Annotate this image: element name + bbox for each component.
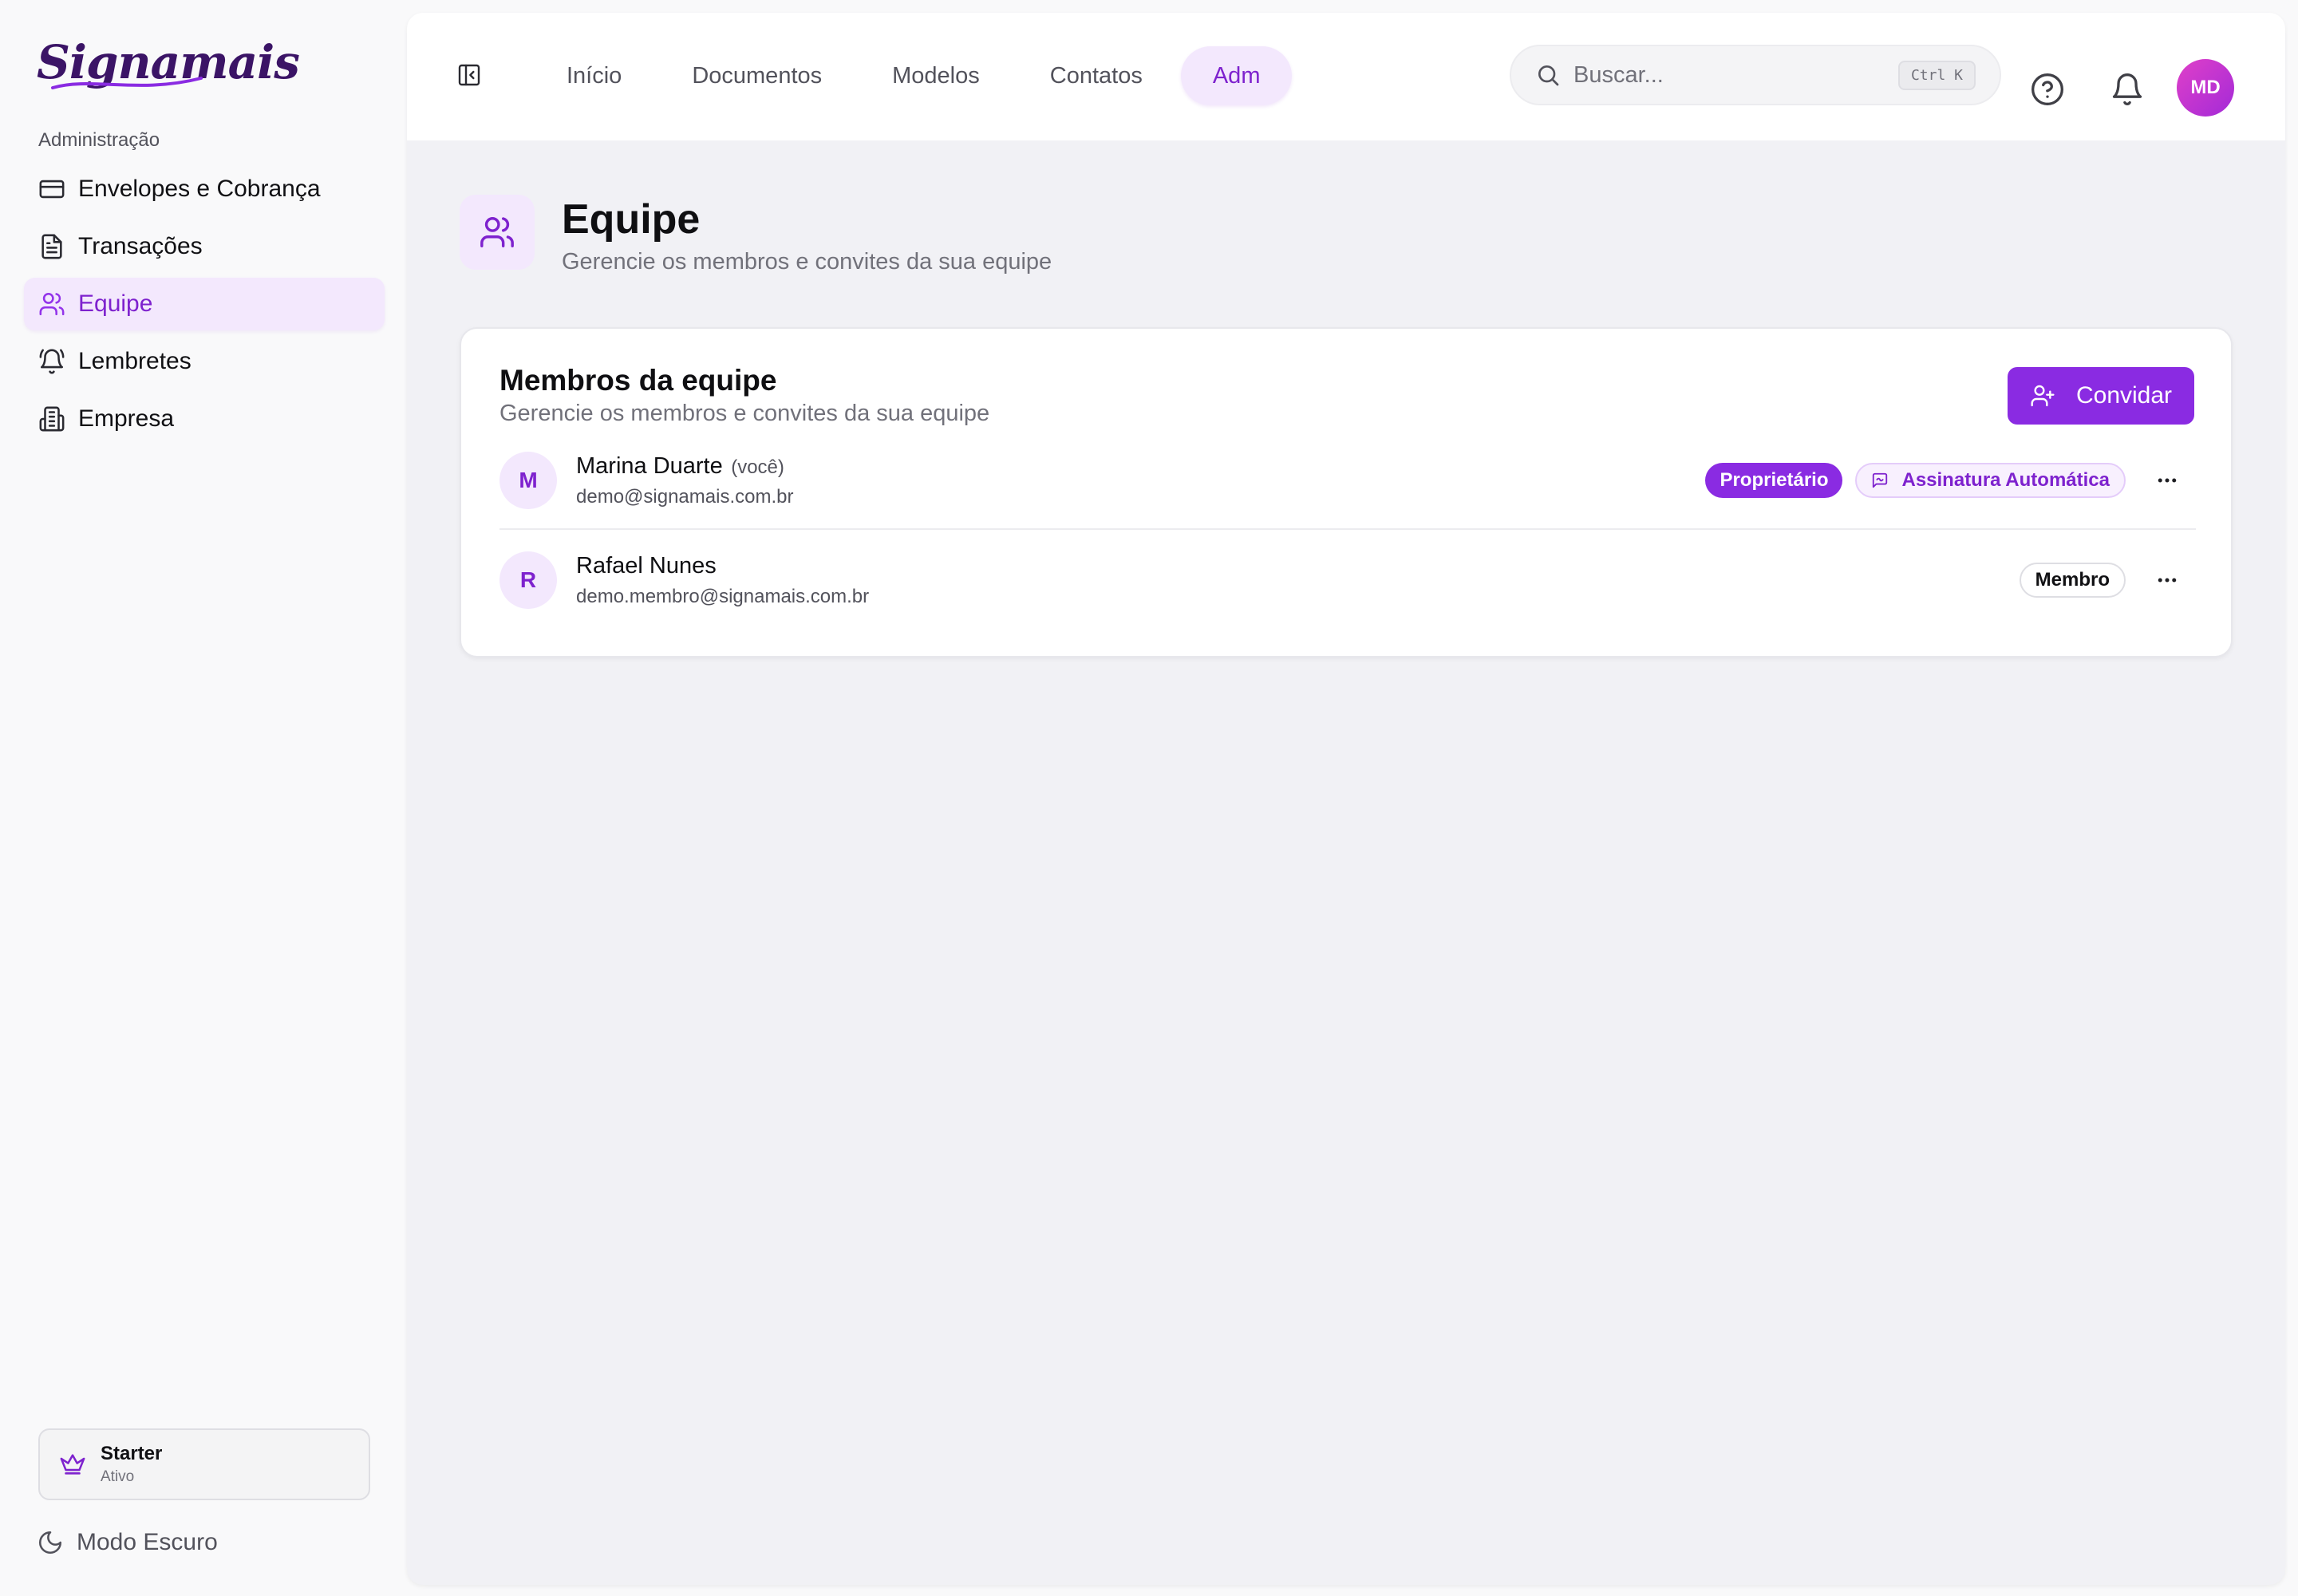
bell-ring-icon (39, 349, 65, 374)
sidebar-item-empresa[interactable]: Empresa (24, 393, 385, 445)
more-horizontal-icon (2158, 578, 2177, 583)
member-row: R Rafael Nunes demo.membro@signamais.com… (499, 531, 2196, 629)
top-bar: Início Documentos Modelos Contatos Adm C… (407, 13, 2285, 140)
member-actions-button[interactable] (2150, 463, 2185, 498)
member-email: demo.membro@signamais.com.br (576, 585, 870, 607)
search-shortcut-hint: Ctrl K (1897, 60, 1976, 90)
users-icon (480, 217, 514, 247)
dark-mode-toggle[interactable]: Modo Escuro (37, 1529, 218, 1556)
member-email: demo@signamais.com.br (576, 485, 794, 508)
tab-adm[interactable]: Adm (1180, 46, 1293, 105)
sidebar-item-label: Equipe (78, 290, 153, 317)
signature-icon (1873, 472, 1888, 488)
invite-button-label: Convidar (2075, 382, 2173, 409)
invite-button[interactable]: Convidar (2008, 367, 2194, 425)
member-row: M Marina Duarte (você) demo@signamais.co… (499, 433, 2196, 530)
main-tabs: Início Documentos Modelos Contatos Adm (535, 46, 1298, 105)
credit-card-icon (39, 180, 65, 199)
sidebar-item-label: Empresa (78, 405, 175, 432)
sidebar-item-lembretes[interactable]: Lembretes (24, 335, 385, 388)
user-plus-icon (2031, 385, 2055, 407)
main-panel: Início Documentos Modelos Contatos Adm C… (407, 13, 2285, 1585)
sidebar-item-label: Transações (78, 233, 203, 259)
search-icon (1538, 65, 1559, 86)
sidebar: Signamais Administração Envelopes e Cobr… (0, 0, 407, 1596)
card-title: Membros da equipe (499, 364, 777, 397)
sidebar-nav: Envelopes e Cobrança Transações Equipe L… (24, 163, 385, 450)
search-box[interactable]: Ctrl K (1510, 45, 2001, 105)
auto-signature-badge: Assinatura Automática (1855, 463, 2126, 498)
building-icon (39, 406, 65, 432)
page-icon (460, 195, 535, 270)
tab-documentos[interactable]: Documentos (660, 46, 854, 105)
logo-swoosh-icon (51, 77, 203, 89)
sidebar-section-label: Administração (38, 129, 160, 151)
member-actions-button[interactable] (2150, 563, 2185, 598)
sidebar-collapse-icon[interactable] (456, 62, 482, 88)
member-you-label: (você) (731, 456, 784, 478)
page-subtitle: Gerencie os membros e convites da sua eq… (562, 249, 1052, 275)
member-avatar: M (499, 452, 557, 509)
search-input[interactable] (1573, 61, 1898, 89)
dark-mode-label: Modo Escuro (77, 1529, 218, 1555)
role-badge: Membro (2019, 563, 2126, 598)
file-text-icon (41, 234, 62, 259)
help-icon[interactable] (2030, 72, 2065, 107)
tab-contatos[interactable]: Contatos (1018, 46, 1175, 105)
sidebar-item-label: Envelopes e Cobrança (78, 176, 321, 202)
moon-icon (38, 1531, 62, 1555)
page-title: Equipe (562, 196, 701, 243)
team-members-card: Membros da equipe Gerencie os membros e … (460, 327, 2233, 658)
crown-icon (60, 1454, 85, 1475)
page-header: Equipe Gerencie os membros e convites da… (460, 195, 1052, 275)
member-name: Marina Duarte (576, 452, 723, 479)
plan-status: Ativo (101, 1468, 135, 1485)
card-subtitle: Gerencie os membros e convites da sua eq… (499, 401, 990, 426)
tab-modelos[interactable]: Modelos (860, 46, 1012, 105)
plan-name: Starter (101, 1443, 163, 1464)
member-avatar: R (499, 551, 557, 609)
users-icon (39, 292, 65, 316)
sidebar-item-equipe[interactable]: Equipe (24, 278, 385, 330)
sidebar-item-transacoes[interactable]: Transações (24, 220, 385, 273)
tab-inicio[interactable]: Início (535, 46, 653, 105)
sidebar-item-label: Lembretes (78, 348, 192, 374)
notifications-bell-icon[interactable] (2110, 72, 2145, 107)
member-name: Rafael Nunes (576, 552, 717, 579)
more-horizontal-icon (2158, 478, 2177, 483)
sidebar-item-envelopes[interactable]: Envelopes e Cobrança (24, 163, 385, 215)
role-badge: Proprietário (1705, 463, 1843, 498)
user-avatar[interactable]: MD (2177, 59, 2234, 117)
auto-signature-label: Assinatura Automática (1901, 469, 2110, 491)
plan-card[interactable]: Starter Ativo (38, 1428, 370, 1500)
